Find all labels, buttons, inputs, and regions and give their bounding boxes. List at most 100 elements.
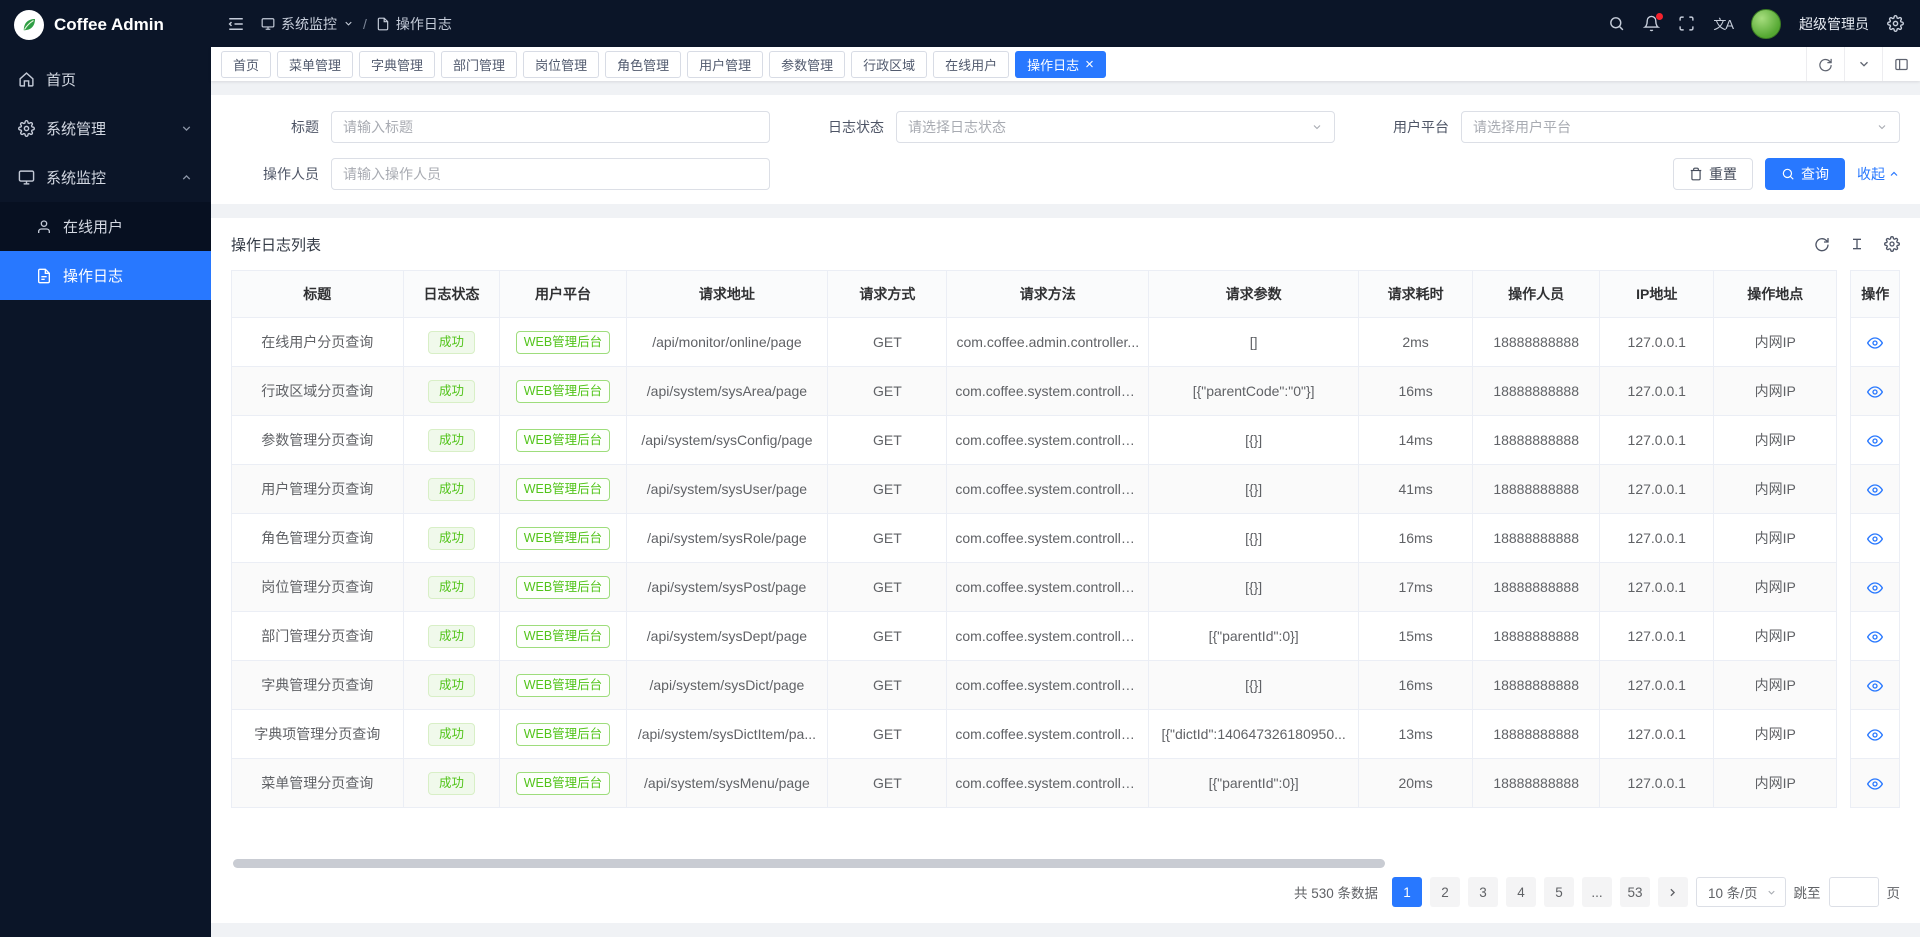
tab-用户管理[interactable]: 用户管理 — [687, 51, 763, 78]
page-size-value: 10 条/页 — [1708, 882, 1758, 902]
jump-page-input[interactable] — [1829, 877, 1879, 907]
status-badge: 成功 — [428, 478, 475, 501]
breadcrumb-item-monitor[interactable]: 系统监控 — [261, 14, 354, 34]
fullscreen-icon[interactable] — [1678, 15, 1695, 32]
view-detail-icon[interactable] — [1867, 482, 1883, 498]
reset-button[interactable]: 重置 — [1673, 158, 1753, 190]
operator-input[interactable] — [343, 166, 758, 182]
cell-location: 内网IP — [1714, 612, 1837, 661]
view-detail-icon[interactable] — [1867, 384, 1883, 400]
page-button-1[interactable]: 1 — [1392, 877, 1422, 907]
table-row: 部门管理分页查询成功WEB管理后台/api/system/sysDept/pag… — [232, 612, 1900, 661]
sidebar-item-system-management[interactable]: 系统管理 — [0, 104, 211, 153]
app-logo[interactable]: Coffee Admin — [0, 0, 211, 49]
page-button-5[interactable]: 5 — [1544, 877, 1574, 907]
tab-字典管理[interactable]: 字典管理 — [359, 51, 435, 78]
tab-在线用户[interactable]: 在线用户 — [933, 51, 1009, 78]
collapse-filters-button[interactable]: 收起 — [1857, 164, 1900, 184]
tab-岗位管理[interactable]: 岗位管理 — [523, 51, 599, 78]
tab-角色管理[interactable]: 角色管理 — [605, 51, 681, 78]
translate-icon[interactable]: 文A — [1713, 14, 1733, 33]
platform-badge: WEB管理后台 — [516, 772, 610, 795]
user-avatar[interactable] — [1751, 9, 1781, 39]
cell-platform: WEB管理后台 — [500, 612, 626, 661]
scrollbar-gutter — [1837, 514, 1851, 563]
cell-platform: WEB管理后台 — [500, 367, 626, 416]
cell-location: 内网IP — [1714, 465, 1837, 514]
status-badge: 成功 — [428, 674, 475, 697]
cell-params: [{}] — [1149, 416, 1359, 465]
cell-operator: 18888888888 — [1473, 612, 1600, 661]
page-button-2[interactable]: 2 — [1430, 877, 1460, 907]
notification-bell-icon[interactable] — [1643, 15, 1660, 32]
next-page-button[interactable] — [1658, 877, 1688, 907]
tab-参数管理[interactable]: 参数管理 — [769, 51, 845, 78]
tab-actions-chevron-icon[interactable] — [1844, 47, 1882, 81]
sidebar-item-system-monitor[interactable]: 系统监控 — [0, 153, 211, 202]
page-button-53[interactable]: 53 — [1620, 877, 1650, 907]
cell-platform: WEB管理后台 — [500, 563, 626, 612]
cell-duration: 16ms — [1359, 367, 1473, 416]
chevron-down-icon — [343, 18, 354, 29]
tab-部门管理[interactable]: 部门管理 — [441, 51, 517, 78]
settings-gear-icon[interactable] — [1887, 15, 1904, 32]
refresh-tab-icon[interactable] — [1806, 47, 1844, 81]
search-icon — [1781, 167, 1795, 181]
tab-首页[interactable]: 首页 — [221, 51, 271, 78]
monitor-icon — [261, 17, 275, 31]
cell-handler: com.coffee.system.controlle... — [947, 367, 1149, 416]
horizontal-scrollbar-thumb[interactable] — [233, 859, 1385, 868]
cell-method: GET — [828, 612, 947, 661]
refresh-table-icon[interactable] — [1814, 236, 1830, 252]
tab-菜单管理[interactable]: 菜单管理 — [277, 51, 353, 78]
tab-操作日志[interactable]: 操作日志× — [1015, 51, 1106, 78]
collapse-sidebar-icon[interactable] — [227, 15, 245, 33]
view-detail-icon[interactable] — [1867, 433, 1883, 449]
cell-actions — [1851, 416, 1900, 465]
table-row: 字典管理分页查询成功WEB管理后台/api/system/sysDict/pag… — [232, 661, 1900, 710]
select-placeholder: 请选择用户平台 — [1473, 117, 1571, 137]
panel-tools — [1814, 236, 1900, 252]
page-button-3[interactable]: 3 — [1468, 877, 1498, 907]
search-button[interactable]: 查询 — [1765, 158, 1845, 190]
tab-label: 首页 — [233, 55, 259, 74]
cell-title: 部门管理分页查询 — [232, 612, 404, 661]
view-detail-icon[interactable] — [1867, 335, 1883, 351]
status-badge: 成功 — [428, 331, 475, 354]
log-status-select[interactable]: 请选择日志状态 — [896, 111, 1335, 143]
sidebar-item-online-users[interactable]: 在线用户 — [0, 202, 211, 251]
scrollbar-gutter — [1837, 318, 1851, 367]
view-detail-icon[interactable] — [1867, 580, 1883, 596]
page-button-4[interactable]: 4 — [1506, 877, 1536, 907]
cell-status: 成功 — [403, 661, 500, 710]
search-icon[interactable] — [1608, 15, 1625, 32]
sidebar-item-home[interactable]: 首页 — [0, 55, 211, 104]
page-ellipsis[interactable]: ... — [1582, 877, 1612, 907]
user-name[interactable]: 超级管理员 — [1799, 14, 1869, 34]
view-detail-icon[interactable] — [1867, 727, 1883, 743]
cell-operator: 18888888888 — [1473, 759, 1600, 808]
cell-actions — [1851, 661, 1900, 710]
table-row: 岗位管理分页查询成功WEB管理后台/api/system/sysPost/pag… — [232, 563, 1900, 612]
column-settings-gear-icon[interactable] — [1884, 236, 1900, 252]
cell-ip: 127.0.0.1 — [1600, 514, 1714, 563]
row-height-icon[interactable] — [1849, 236, 1865, 252]
view-detail-icon[interactable] — [1867, 531, 1883, 547]
tab-行政区域[interactable]: 行政区域 — [851, 51, 927, 78]
cell-ip: 127.0.0.1 — [1600, 612, 1714, 661]
field-label: 操作人员 — [231, 164, 331, 184]
cell-status: 成功 — [403, 563, 500, 612]
layout-panel-icon[interactable] — [1882, 47, 1920, 81]
view-detail-icon[interactable] — [1867, 776, 1883, 792]
tab-list: 首页菜单管理字典管理部门管理岗位管理角色管理用户管理参数管理行政区域在线用户操作… — [221, 51, 1106, 78]
sidebar-item-operation-log[interactable]: 操作日志 — [0, 251, 211, 300]
close-tab-icon[interactable]: × — [1085, 57, 1094, 72]
page-size-select[interactable]: 10 条/页 — [1696, 877, 1786, 907]
column-header: 用户平台 — [500, 271, 626, 318]
cell-duration: 20ms — [1359, 759, 1473, 808]
user-platform-select[interactable]: 请选择用户平台 — [1461, 111, 1900, 143]
view-detail-icon[interactable] — [1867, 629, 1883, 645]
view-detail-icon[interactable] — [1867, 678, 1883, 694]
cell-ip: 127.0.0.1 — [1600, 416, 1714, 465]
title-input[interactable] — [343, 119, 758, 135]
